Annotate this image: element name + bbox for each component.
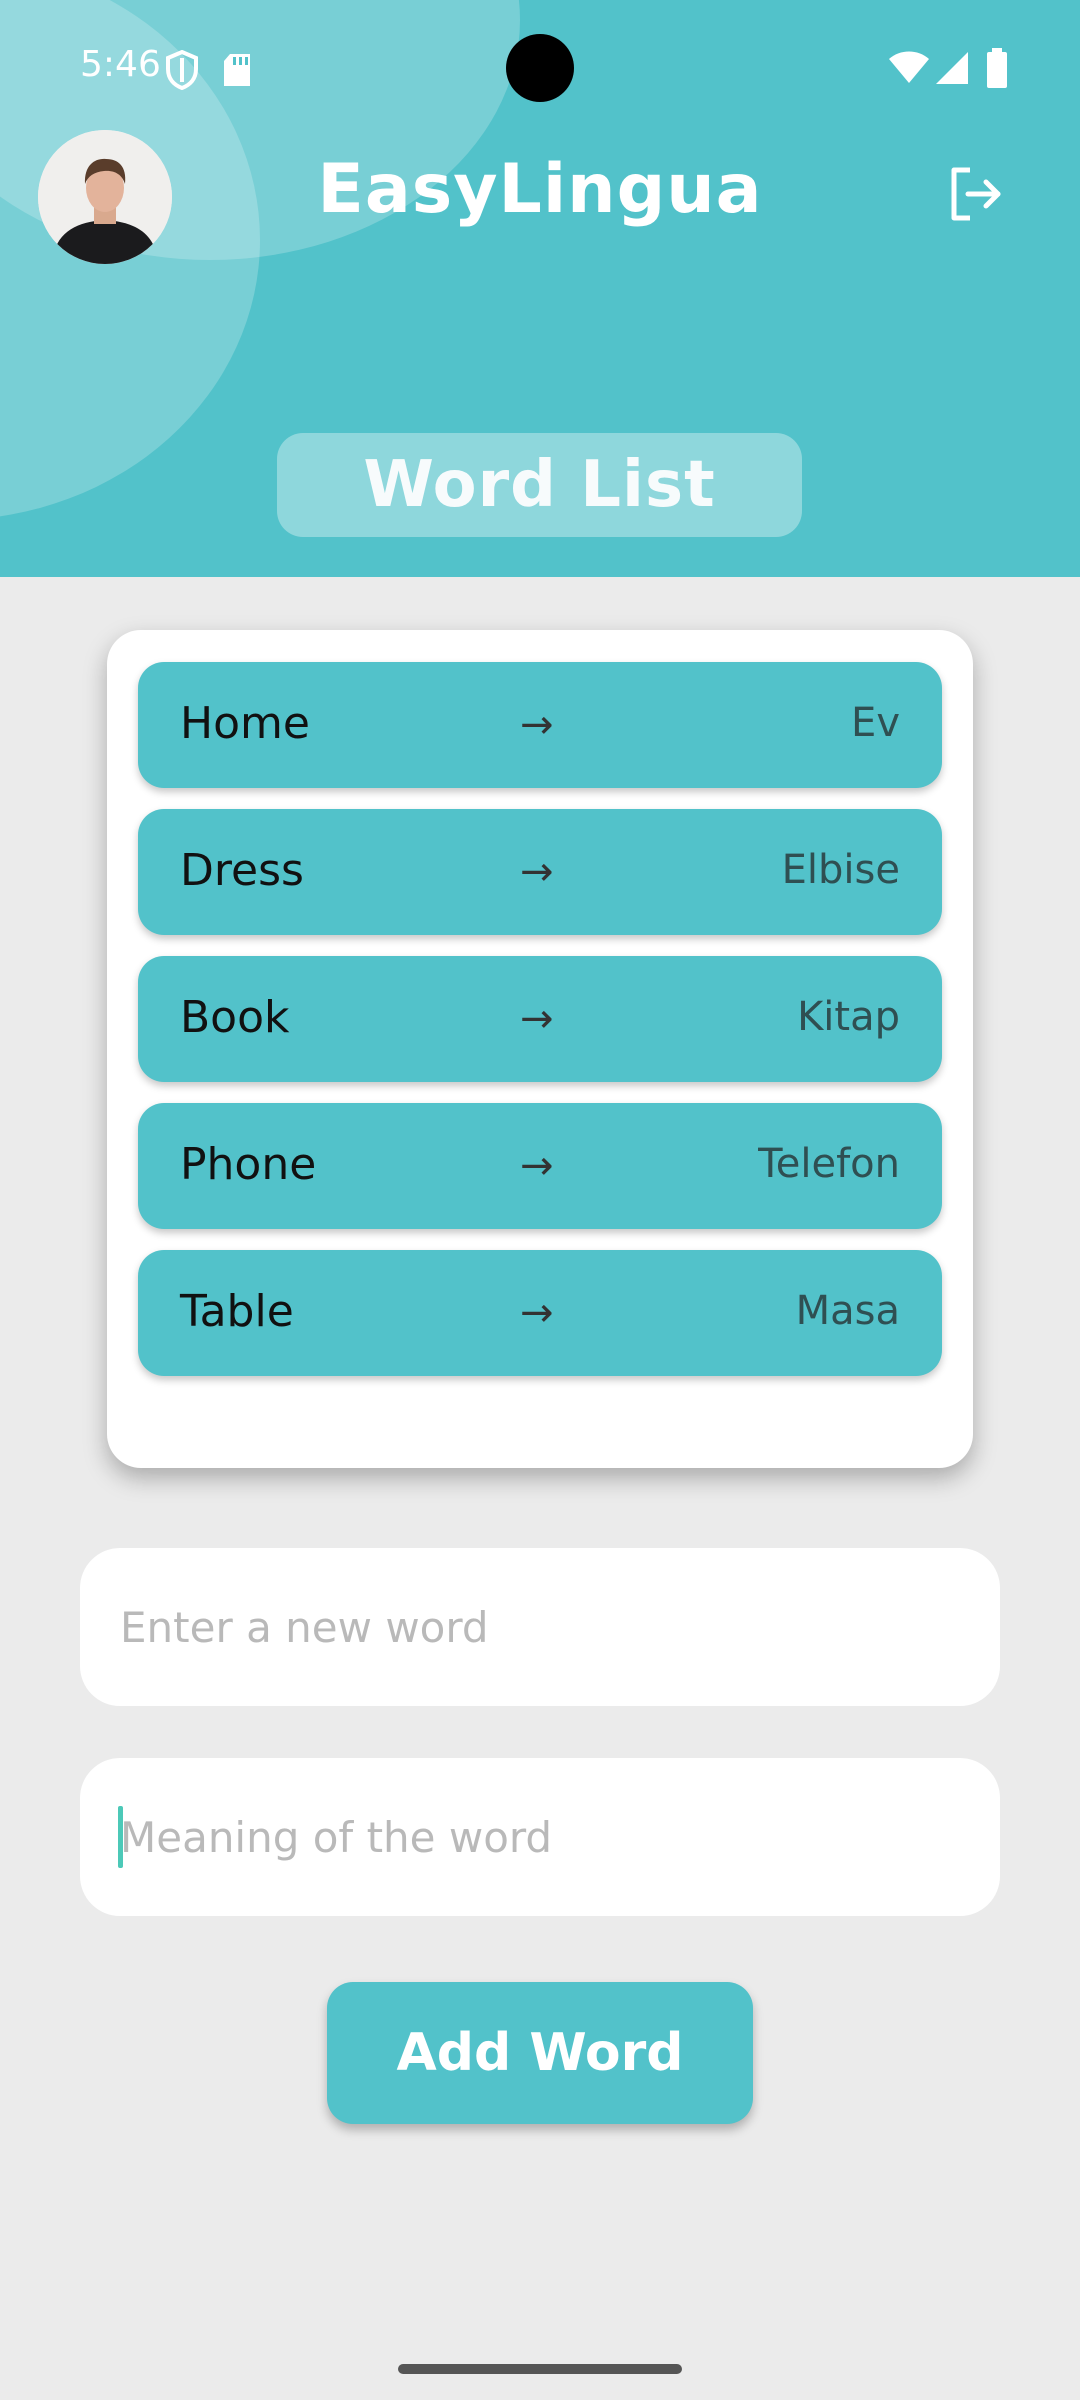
cell-signal-icon: [936, 52, 968, 84]
avatar[interactable]: [38, 130, 172, 264]
status-time: 5:46: [80, 44, 161, 85]
header: 5:46 EasyLingua Word List: [0, 0, 1080, 577]
arrow-icon: →: [520, 702, 554, 748]
meaning-text: Masa: [795, 1288, 900, 1334]
word-list-heading: Word List: [277, 433, 802, 537]
sd-card-icon: [224, 54, 250, 86]
meaning-text: Kitap: [797, 994, 900, 1040]
text-cursor: [118, 1806, 123, 1868]
wifi-icon: [889, 51, 929, 83]
add-word-button[interactable]: Add Word: [327, 1982, 753, 2124]
word-list-label: Word List: [363, 448, 716, 522]
word-row[interactable]: Phone → Telefon: [138, 1103, 942, 1229]
app-screen: 5:46 EasyLingua Word List Home → Ev Dres…: [0, 0, 1080, 2400]
shield-icon: [166, 50, 198, 90]
battery-icon: [987, 48, 1007, 88]
word-row[interactable]: Table → Masa: [138, 1250, 942, 1376]
status-bar: 5:46: [0, 0, 1080, 135]
arrow-icon: →: [520, 996, 554, 1042]
word-text: Dress: [180, 845, 304, 896]
arrow-icon: →: [520, 1290, 554, 1336]
logout-icon[interactable]: [946, 164, 1006, 224]
avatar-photo: [38, 130, 172, 264]
arrow-icon: →: [520, 1143, 554, 1189]
word-row[interactable]: Home → Ev: [138, 662, 942, 788]
app-title: EasyLingua: [317, 150, 763, 229]
camera-cutout: [506, 34, 574, 102]
home-indicator[interactable]: [398, 2364, 682, 2374]
meaning-text: Ev: [851, 700, 900, 746]
meaning-input[interactable]: [80, 1758, 1000, 1916]
word-text: Book: [180, 992, 290, 1043]
word-text: Phone: [180, 1139, 317, 1190]
meaning-text: Telefon: [758, 1141, 900, 1187]
arrow-icon: →: [520, 849, 554, 895]
word-row[interactable]: Dress → Elbise: [138, 809, 942, 935]
word-row[interactable]: Book → Kitap: [138, 956, 942, 1082]
word-text: Table: [180, 1286, 294, 1337]
word-list-card: Home → Ev Dress → Elbise Book → Kitap Ph…: [107, 630, 973, 1468]
word-text: Home: [180, 698, 310, 749]
meaning-text: Elbise: [781, 847, 900, 893]
new-word-input[interactable]: [80, 1548, 1000, 1706]
